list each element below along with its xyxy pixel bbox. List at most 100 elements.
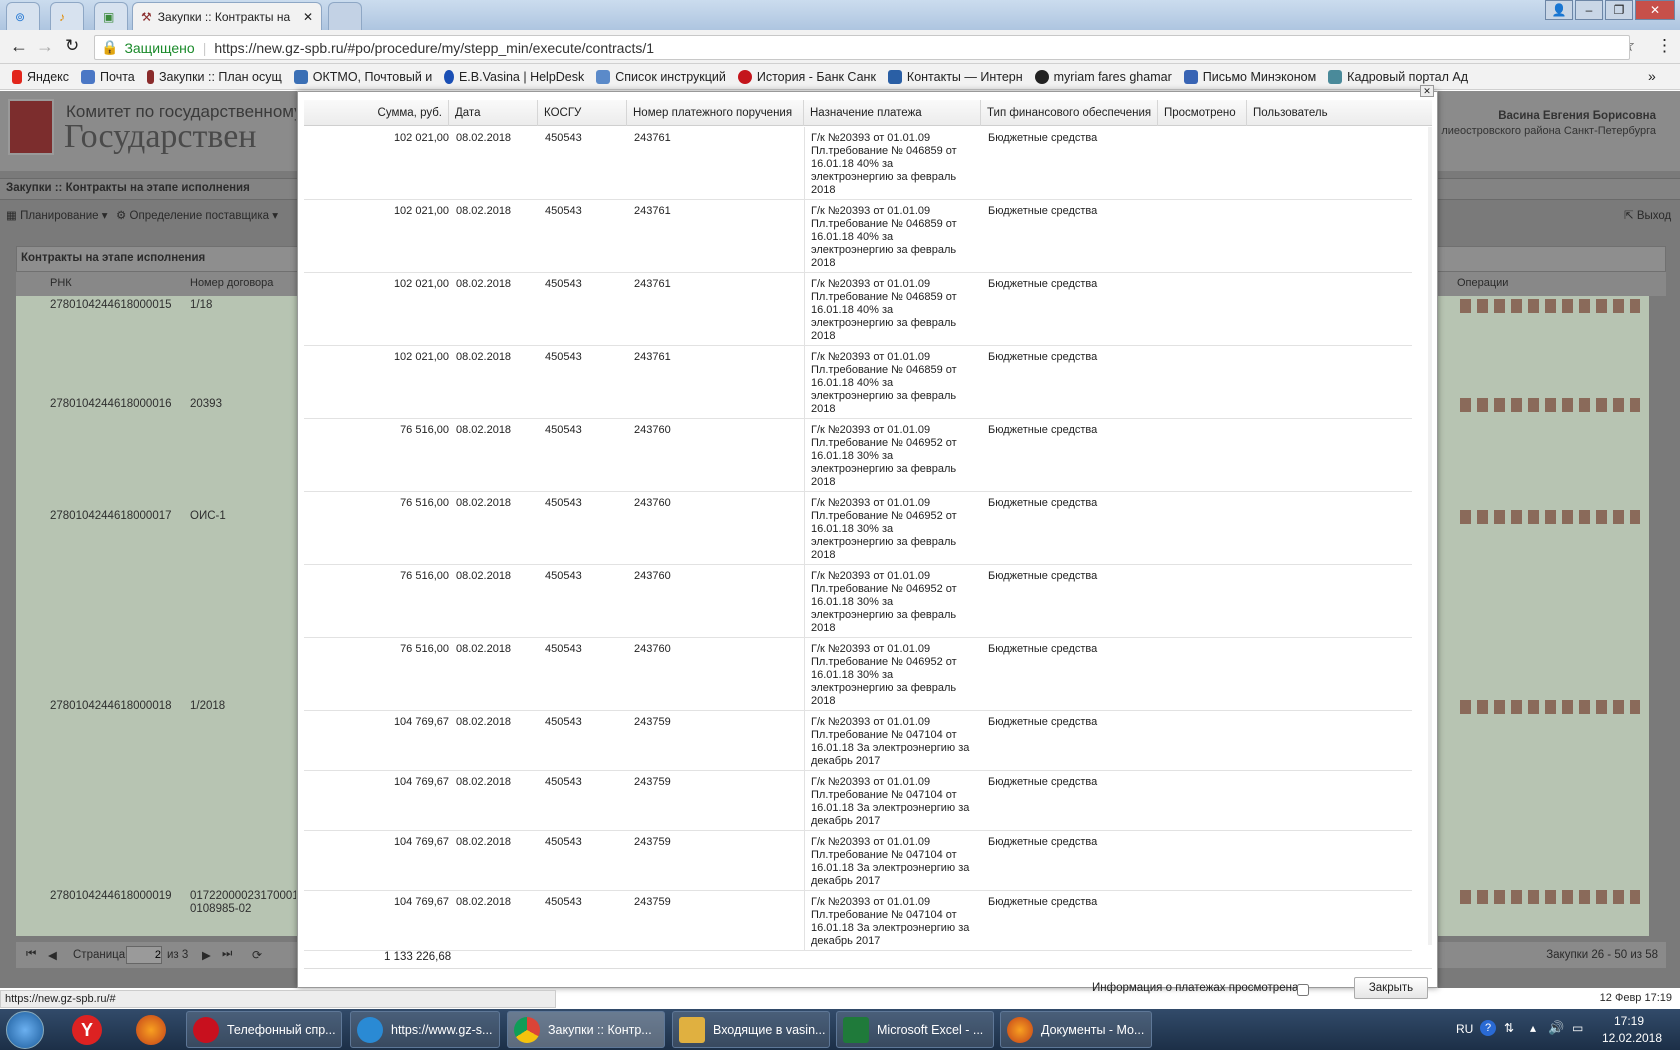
bookmark-mail[interactable]: Почта <box>81 69 135 84</box>
payment-row[interactable]: 76 516,00 08.02.2018 450543 243760 Бюджетные… <box>304 492 1412 565</box>
bookmark-yandex[interactable]: Яндекс <box>12 69 69 84</box>
purpose-cell: Г/к №20393 от 01.01.09 Пл.требование № 04… <box>811 643 981 708</box>
payment-row[interactable]: 76 516,00 08.02.2018 450543 243760 Бюджетные… <box>304 419 1412 492</box>
building-icon <box>596 69 611 84</box>
bookmark-oktmo[interactable]: ОКТМО, Почтовый и <box>293 69 432 84</box>
yandex-browser-icon[interactable]: Y <box>72 1015 102 1045</box>
tab-pinned-1[interactable]: ⊚ <box>6 2 40 30</box>
payment-row[interactable]: 102 021,00 08.02.2018 450543 243761 Бюджетны… <box>304 200 1412 273</box>
pager-first-icon[interactable]: ⏮ <box>26 948 36 961</box>
operations-icons[interactable] <box>1460 398 1640 412</box>
payment-row[interactable]: 104 769,67 08.02.2018 450543 243759 Бюджетны… <box>304 711 1412 771</box>
contract-rnk[interactable]: 2780104244618000019 <box>50 890 172 902</box>
modal-close-icon[interactable]: ✕ <box>1420 85 1434 97</box>
payment-row[interactable]: 102 021,00 08.02.2018 450543 243761 Бюджетны… <box>304 346 1412 419</box>
operations-icons[interactable] <box>1460 890 1640 904</box>
payment-row[interactable]: 102 021,00 08.02.2018 450543 243761 Бюджетны… <box>304 273 1412 346</box>
tab-pinned-3[interactable]: ▣ <box>94 2 128 30</box>
firefox-icon[interactable] <box>136 1015 166 1045</box>
taskbar-item[interactable]: Документы - Mo... <box>1000 1011 1152 1048</box>
bookmark-bank[interactable]: История - Банк Санк <box>737 69 876 84</box>
tab-close-icon[interactable]: ✕ <box>303 10 313 24</box>
menu-icon[interactable]: ⋮ <box>1656 36 1673 56</box>
bookmark-helpdesk[interactable]: E.B.Vasina | HelpDesk <box>444 69 584 84</box>
forward-icon[interactable]: → <box>36 36 54 57</box>
viewed-label: Информация о платежах просмотрена <box>1092 982 1299 994</box>
payment-row[interactable]: 76 516,00 08.02.2018 450543 243760 Бюджетные… <box>304 565 1412 638</box>
refresh-icon[interactable]: ⟳ <box>252 948 262 962</box>
language-indicator[interactable]: RU <box>1456 1022 1473 1036</box>
taskbar-item-active[interactable]: Закупки :: Контр... <box>507 1011 665 1048</box>
bookmark-contacts[interactable]: Контакты — Интерн <box>887 69 1023 84</box>
menu-planning[interactable]: ▦ Планирование ▾ <box>6 208 108 222</box>
taskbar-item[interactable]: Телефонный спр... <box>186 1011 342 1048</box>
clock-date[interactable]: 12.02.2018 <box>1594 1031 1670 1045</box>
payment-order-cell: 243759 <box>634 836 671 848</box>
bookmark-letter[interactable]: Письмо Минэконом <box>1183 69 1316 84</box>
payment-row[interactable]: 76 516,00 08.02.2018 450543 243760 Бюджетные… <box>304 638 1412 711</box>
new-tab-button[interactable] <box>328 2 362 30</box>
bookmark-instructions[interactable]: Список инструкций <box>596 69 726 84</box>
user-name[interactable]: Васина Евгения Борисовна <box>1440 110 1656 122</box>
exit-label: Выход <box>1636 210 1672 222</box>
display-icon[interactable]: ▭ <box>1572 1021 1583 1035</box>
start-button[interactable] <box>6 1011 44 1049</box>
pager-next-icon[interactable]: ▶ <box>202 948 211 962</box>
contract-rnk[interactable]: 2780104244618000017 <box>50 510 172 522</box>
contract-rnk[interactable]: 2780104244618000018 <box>50 700 172 712</box>
col-purpose[interactable]: Назначение платежа <box>804 100 981 126</box>
clock-time[interactable]: 17:19 <box>1594 1014 1664 1028</box>
reload-icon[interactable]: ↻ <box>65 36 79 56</box>
close-window-button[interactable]: ✕ <box>1635 0 1675 20</box>
tab-active[interactable]: ⚒ Закупки :: Контракты на ✕ <box>132 2 322 30</box>
taskbar-item[interactable]: https://www.gz-s... <box>350 1011 500 1048</box>
col-fin-type[interactable]: Тип финансового обеспечения <box>981 100 1158 126</box>
col-kosgu[interactable]: КОСГУ <box>538 100 627 126</box>
taskbar-item[interactable]: Входящие в vasin... <box>672 1011 830 1048</box>
purpose-cell: Г/к №20393 от 01.01.09 Пл.требование № 04… <box>811 132 981 197</box>
operations-icons[interactable] <box>1460 510 1640 524</box>
menu-supplier[interactable]: ⚙ Определение поставщика ▾ <box>116 208 278 222</box>
network-icon[interactable]: ⇅ <box>1504 1021 1514 1035</box>
payment-row[interactable]: 102 021,00 08.02.2018 450543 243761 Бюджетны… <box>304 127 1412 200</box>
taskbar-item[interactable]: Microsoft Excel - ... <box>836 1011 994 1048</box>
modal-scrollbar[interactable] <box>1428 127 1432 945</box>
pager-prev-icon[interactable]: ◀ <box>48 948 57 962</box>
address-bar[interactable]: 🔒 Защищено | https://new.gz-spb.ru/#po/p… <box>94 35 1630 60</box>
maximize-button[interactable]: ❐ <box>1605 0 1633 20</box>
minimize-button[interactable]: – <box>1575 0 1603 20</box>
operations-icons[interactable] <box>1460 299 1640 313</box>
bookmark-hr[interactable]: Кадровый портал Ад <box>1328 69 1468 84</box>
pager-last-icon[interactable]: ⏭ <box>222 948 232 961</box>
col-rnk[interactable]: РНК <box>50 277 72 289</box>
volume-icon[interactable]: 🔊 <box>1548 1020 1564 1036</box>
contract-rnk[interactable]: 2780104244618000015 <box>50 299 172 311</box>
tray-arrow-icon[interactable]: ▴ <box>1530 1021 1536 1035</box>
column-divider <box>804 831 805 891</box>
close-button[interactable]: Закрыть <box>1354 977 1428 999</box>
help-icon[interactable]: ? <box>1480 1020 1496 1036</box>
pager-input[interactable] <box>126 946 162 964</box>
more-bookmarks-icon[interactable]: » <box>1648 68 1656 84</box>
back-icon[interactable]: ← <box>10 36 28 57</box>
payment-row[interactable]: 104 769,67 08.02.2018 450543 243759 Бюджетны… <box>304 771 1412 831</box>
operations-icons[interactable] <box>1460 700 1640 714</box>
tab-pinned-2[interactable]: ♪ <box>50 2 84 30</box>
pager-label: Страница <box>73 949 126 961</box>
purpose-line: электроэнергию за февраль <box>811 536 957 548</box>
col-number[interactable]: Номер договора <box>190 277 273 289</box>
bookmark-plan[interactable]: Закупки :: План осущ <box>146 69 282 84</box>
exit-button[interactable]: ⇱ Выход <box>1624 208 1671 222</box>
bookmark-myriam[interactable]: myriam fares ghamar <box>1034 69 1172 84</box>
col-date[interactable]: Дата <box>449 100 538 126</box>
user-icon[interactable]: 👤 <box>1545 0 1573 20</box>
col-payment-order[interactable]: Номер платежного поручения <box>627 100 804 126</box>
payment-row[interactable]: 104 769,67 08.02.2018 450543 243759 Бюджетны… <box>304 891 1412 951</box>
purpose-line: 16.01.18 За электроэнергию за <box>811 742 970 754</box>
viewed-checkbox[interactable] <box>1297 984 1309 996</box>
payment-row[interactable]: 104 769,67 08.02.2018 450543 243759 Бюджетны… <box>304 831 1412 891</box>
col-viewed[interactable]: Просмотрено <box>1158 100 1247 126</box>
col-sum[interactable]: Сумма, руб. <box>304 100 449 126</box>
contract-rnk[interactable]: 2780104244618000016 <box>50 398 172 410</box>
col-user[interactable]: Пользователь <box>1247 100 1432 126</box>
